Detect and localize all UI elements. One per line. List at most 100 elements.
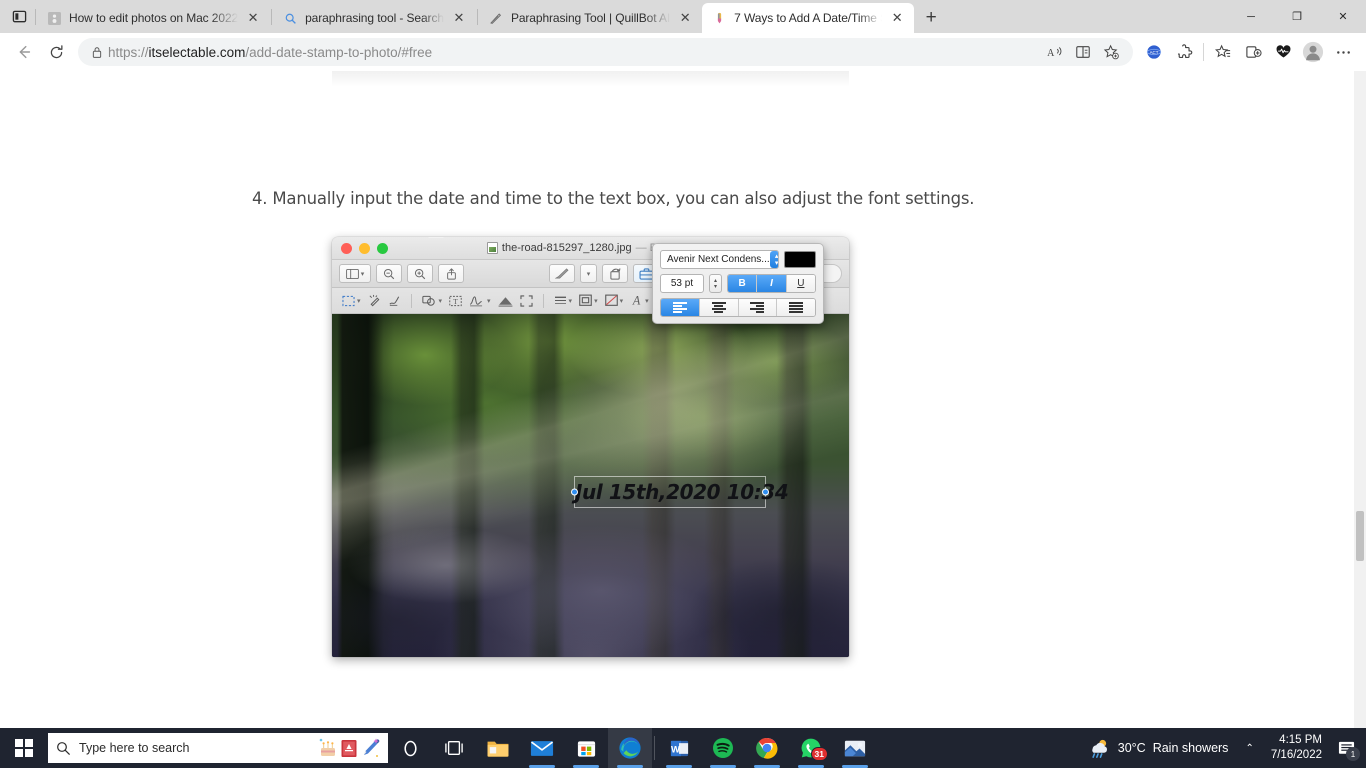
sidebar-view-button[interactable]: ▾ <box>339 264 371 283</box>
font-size-stepper[interactable]: ▴ ▾ <box>709 274 722 293</box>
url-input[interactable]: https://itselectable.com/add-date-stamp-… <box>78 38 1133 66</box>
add-favorite-icon[interactable] <box>1097 39 1125 65</box>
bold-button[interactable]: B <box>728 275 758 292</box>
instant-alpha-tool[interactable] <box>366 291 383 311</box>
read-aloud-icon[interactable]: A <box>1041 39 1069 65</box>
settings-more-icon[interactable] <box>1328 37 1358 67</box>
font-family-chevrons-icon[interactable]: ▴ ▾ <box>769 251 778 268</box>
font-panel-arrow <box>428 237 444 238</box>
browser-essentials-icon[interactable] <box>1268 37 1298 67</box>
profile-avatar-icon[interactable] <box>1298 37 1328 67</box>
address-bar: https://itselectable.com/add-date-stamp-… <box>0 33 1366 71</box>
photos-icon[interactable] <box>833 728 877 768</box>
font-size-input[interactable]: 53 pt <box>660 274 704 293</box>
markup-button[interactable] <box>549 264 575 283</box>
tab-actions-icon[interactable] <box>4 0 34 33</box>
cortana-icon[interactable] <box>388 728 432 768</box>
text-align-group <box>660 298 816 317</box>
taskbar-clock[interactable]: 4:15 PM 7/16/2022 <box>1263 733 1330 763</box>
task-view-icon[interactable] <box>432 728 476 768</box>
adjust-color-tool[interactable] <box>496 291 515 311</box>
back-icon[interactable] <box>8 36 40 68</box>
align-justify-button[interactable] <box>777 299 815 316</box>
tab-title: paraphrasing tool - Search <box>305 11 444 25</box>
immersive-reader-icon[interactable] <box>1069 39 1097 65</box>
font-family-select[interactable]: Avenir Next Condens... ▴ ▾ <box>660 250 779 269</box>
text-style-tool[interactable]: A ▾ <box>628 291 651 311</box>
italic-button[interactable]: I <box>757 275 787 292</box>
system-tray: 30°C Rain showers ⌃ 4:15 PM 7/16/2022 1 <box>1079 728 1366 768</box>
font-color-swatch[interactable] <box>784 251 816 268</box>
extensions-icon[interactable] <box>1169 37 1199 67</box>
fill-color-tool[interactable]: ▾ <box>603 291 626 311</box>
browser-tab-1[interactable]: How to edit photos on Mac 2022 ✕ <box>37 3 270 33</box>
window-controls: ─ ❐ ✕ <box>1228 0 1366 33</box>
word-icon[interactable]: W <box>657 728 701 768</box>
tab-close-icon[interactable]: ✕ <box>886 7 908 29</box>
page-viewport: 4. Manually input the date and time to t… <box>0 71 1366 768</box>
text-align-row <box>660 298 816 317</box>
refresh-icon[interactable] <box>40 36 72 68</box>
align-center-button[interactable] <box>699 299 739 316</box>
shape-style-tool[interactable]: ▾ <box>552 291 575 311</box>
minimize-button[interactable]: ─ <box>1228 0 1274 33</box>
zoom-out-button[interactable] <box>376 264 402 283</box>
sign-tool[interactable]: ▾ <box>467 291 493 311</box>
date-stamp-textbox[interactable]: Jul 15th,2020 10:34 <box>571 476 789 508</box>
browser-tab-2[interactable]: paraphrasing tool - Search ✕ <box>273 3 476 33</box>
gear-favicon <box>46 10 62 26</box>
resize-handle-right[interactable] <box>762 488 769 496</box>
align-right-button[interactable] <box>738 299 778 316</box>
share-button[interactable] <box>438 264 464 283</box>
lock-icon <box>86 46 108 59</box>
step-4-number: 4. <box>252 189 268 208</box>
align-left-button[interactable] <box>661 299 700 316</box>
brand-extension-icon[interactable]: ACT <box>1139 37 1169 67</box>
border-color-tool[interactable]: ▾ <box>577 291 600 311</box>
page-scrollbar[interactable]: ▼ <box>1354 71 1366 768</box>
whatsapp-badge: 31 <box>810 747 828 761</box>
microsoft-store-icon[interactable] <box>564 728 608 768</box>
shapes-tool[interactable]: ▾ <box>420 291 445 311</box>
underline-button[interactable]: U <box>786 275 815 292</box>
taskbar-search-box[interactable]: Type here to search <box>48 733 388 763</box>
text-tool[interactable]: T <box>447 291 464 311</box>
rect-select-tool[interactable]: ▾ <box>340 291 363 311</box>
search-highlight-icons <box>318 737 380 759</box>
align-left-icon <box>672 302 687 313</box>
dictionary-icon <box>341 740 357 757</box>
split-screen-icon[interactable] <box>1238 37 1268 67</box>
chrome-icon[interactable] <box>745 728 789 768</box>
mail-icon[interactable] <box>520 728 564 768</box>
browser-tab-3[interactable]: Paraphrasing Tool | QuillBot AI ✕ <box>479 3 702 33</box>
toolbar-divider <box>410 293 412 308</box>
file-explorer-icon[interactable] <box>476 728 520 768</box>
tab-close-icon[interactable]: ✕ <box>242 7 264 29</box>
maximize-button[interactable]: ❐ <box>1274 0 1320 33</box>
start-button[interactable] <box>0 728 48 768</box>
markup-options-chevron[interactable]: ▾ <box>580 264 597 283</box>
resize-handle-left[interactable] <box>571 488 578 496</box>
whatsapp-icon[interactable]: 31 <box>789 728 833 768</box>
sketch-tool[interactable] <box>386 291 403 311</box>
scrollbar-thumb[interactable] <box>1356 511 1364 561</box>
close-window-button[interactable]: ✕ <box>1320 0 1366 33</box>
collections-icon[interactable] <box>1208 37 1238 67</box>
svg-text:A: A <box>1047 47 1055 58</box>
rotate-button[interactable] <box>602 264 628 283</box>
font-settings-panel: Avenir Next Condens... ▴ ▾ 53 pt ▴ ▾ B I U <box>652 243 824 324</box>
tab-title: 7 Ways to Add A Date/Time Stamp <box>734 11 882 25</box>
browser-tab-4-active[interactable]: 7 Ways to Add A Date/Time Stamp ✕ <box>702 3 915 33</box>
spotify-icon[interactable] <box>701 728 745 768</box>
show-hidden-icons-chevron[interactable]: ⌃ <box>1236 743 1262 754</box>
new-tab-button[interactable]: + <box>914 3 948 33</box>
notification-center-button[interactable]: 1 <box>1330 728 1362 768</box>
tab-close-icon[interactable]: ✕ <box>674 7 696 29</box>
weather-widget[interactable]: 30°C Rain showers <box>1079 737 1237 759</box>
zoom-in-button[interactable] <box>407 264 433 283</box>
photo-canvas[interactable]: Jul 15th,2020 10:34 <box>332 314 849 657</box>
adjust-size-tool[interactable] <box>518 291 535 311</box>
svg-text:W: W <box>670 744 679 755</box>
tab-close-icon[interactable]: ✕ <box>448 7 470 29</box>
microsoft-edge-icon[interactable] <box>608 728 652 768</box>
